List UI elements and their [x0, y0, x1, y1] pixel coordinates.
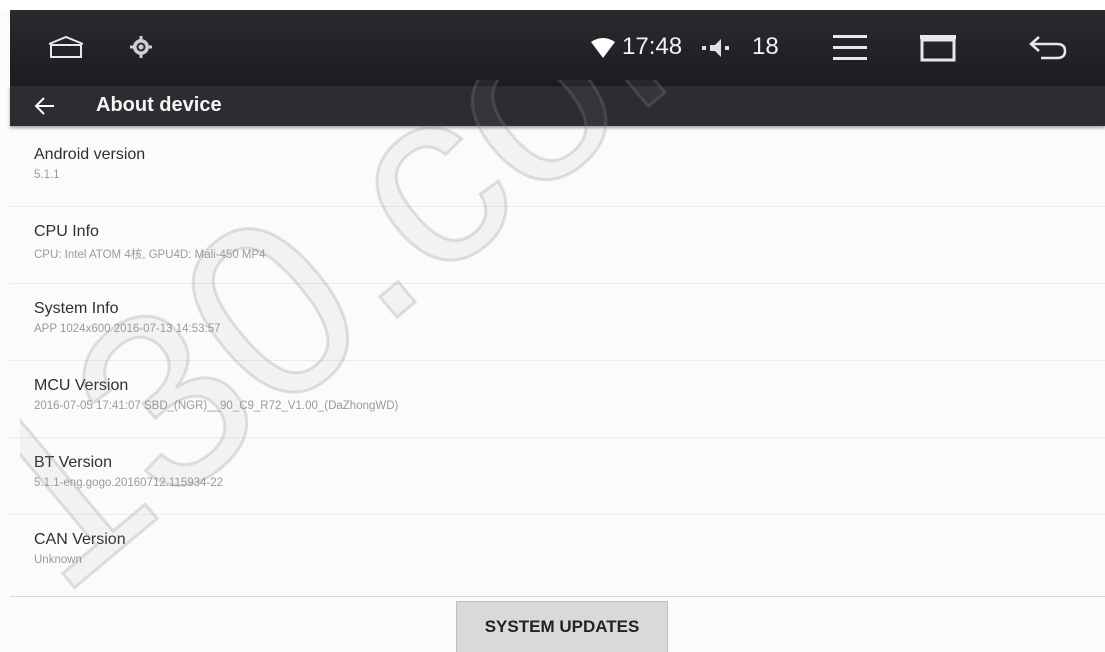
item-value: 5.1.1-eng.gogo.20160712.115934-22 — [34, 477, 224, 489]
recent-apps-icon[interactable] — [916, 32, 960, 64]
item-title: BT Version — [34, 454, 112, 471]
item-value: Unknown — [34, 554, 82, 566]
item-value: 2016-07-05 17:41:07 SBD_(NGR)__90_C9_R72… — [34, 400, 399, 412]
return-icon[interactable] — [1026, 32, 1070, 64]
screen: 17:48 18 About device Android version 5.… — [0, 0, 1105, 652]
item-title: System Info — [34, 300, 119, 317]
item-value: APP 1024x600 2016-07-13 14:53:57 — [34, 323, 221, 335]
action-bar: About device — [10, 86, 1105, 126]
info-list: Android version 5.1.1 CPU Info CPU: Inte… — [10, 130, 1105, 581]
list-item-cpu-info[interactable]: CPU Info CPU: Intel ATOM 4核, GPU4D: Mali… — [10, 207, 1105, 284]
item-title: CPU Info — [34, 223, 99, 240]
menu-icon[interactable] — [830, 30, 870, 66]
item-title: CAN Version — [34, 531, 126, 548]
top-strip — [0, 0, 1105, 10]
wifi-icon — [590, 36, 616, 60]
page-title: About device — [96, 94, 222, 116]
item-title: Android version — [34, 146, 146, 163]
list-item-bt-version[interactable]: BT Version 5.1.1-eng.gogo.20160712.11593… — [10, 438, 1105, 515]
item-value: 5.1.1 — [34, 169, 60, 181]
list-item-mcu-version[interactable]: MCU Version 2016-07-05 17:41:07 SBD_(NGR… — [10, 361, 1105, 438]
volume-icon[interactable] — [702, 36, 732, 60]
item-value: CPU: Intel ATOM 4核, GPU4D: Mali-450 MP4 — [34, 249, 266, 261]
system-updates-button[interactable]: SYSTEM UPDATES — [456, 601, 668, 652]
status-time: 17:48 — [622, 33, 683, 60]
list-item-system-info[interactable]: System Info APP 1024x600 2016-07-13 14:5… — [10, 284, 1105, 361]
list-item-android-version[interactable]: Android version 5.1.1 — [10, 130, 1105, 207]
item-title: MCU Version — [34, 377, 129, 394]
settings-icon[interactable] — [126, 32, 156, 62]
divider — [10, 596, 1105, 597]
list-item-can-version[interactable]: CAN Version Unknown — [10, 515, 1105, 581]
back-arrow-icon[interactable] — [34, 95, 56, 117]
home-icon[interactable] — [46, 30, 86, 64]
volume-level: 18 — [752, 33, 779, 60]
status-bar: 17:48 18 — [10, 10, 1105, 86]
